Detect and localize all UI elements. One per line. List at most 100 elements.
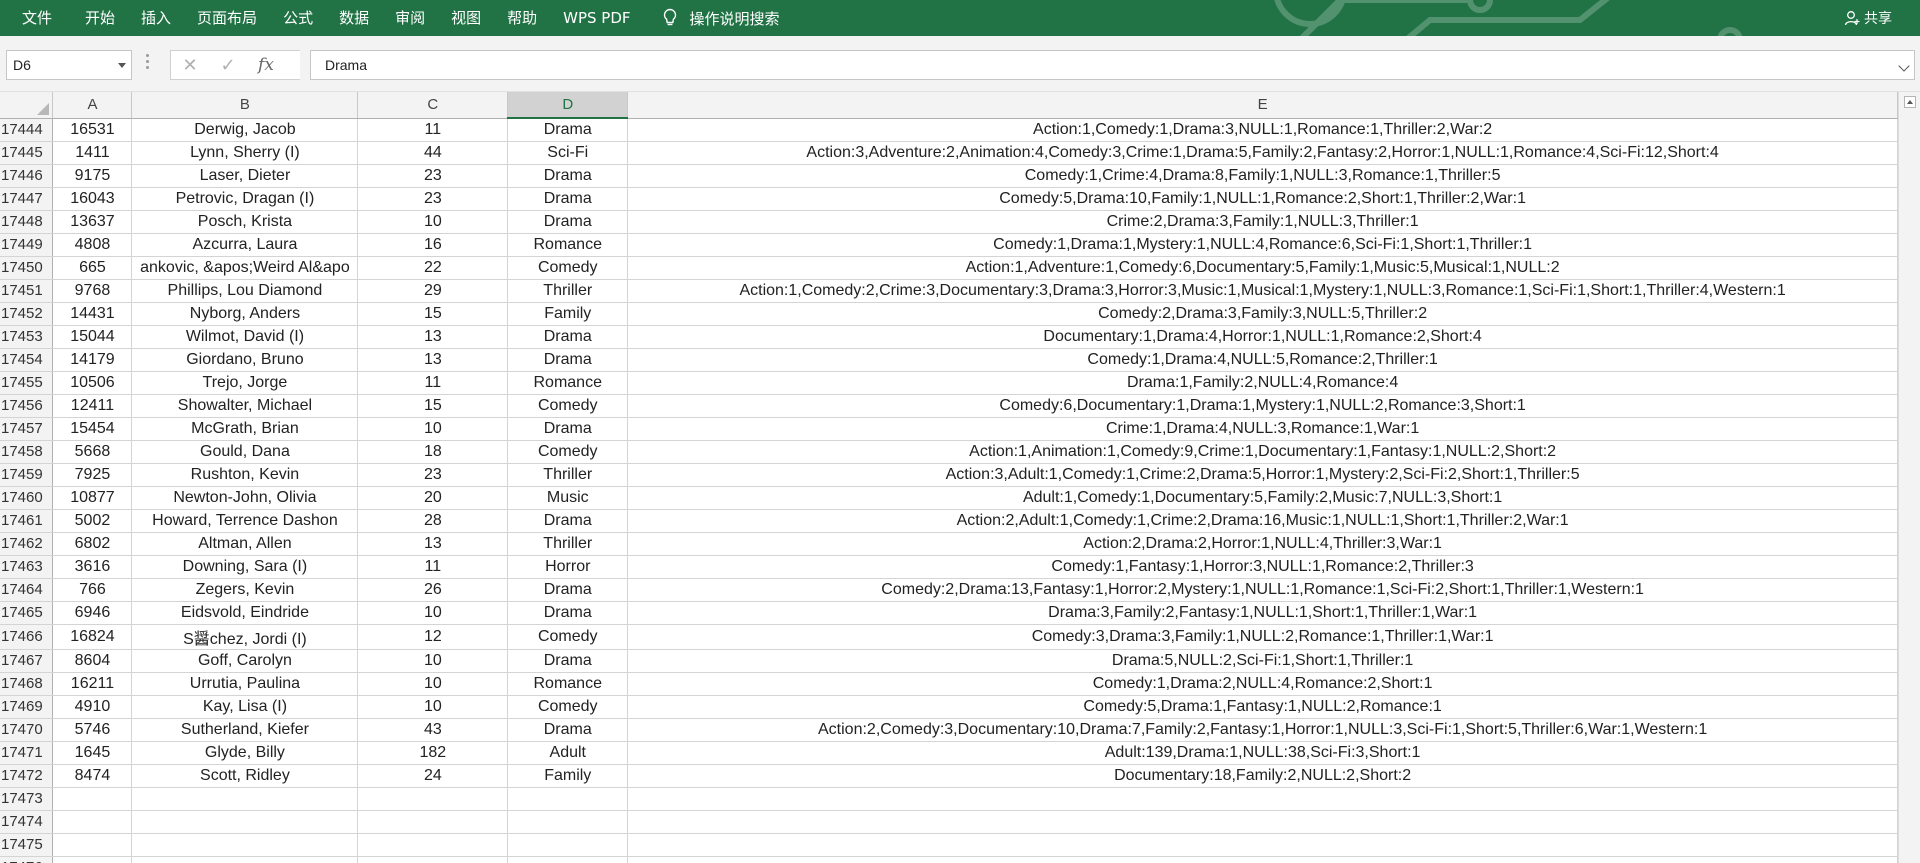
cell-e[interactable]: Comedy:2,Drama:13,Fantasy:1,Horror:2,Mys…	[627, 578, 1898, 602]
cell-d[interactable]	[507, 810, 629, 834]
column-header-b[interactable]: B	[131, 92, 359, 119]
cell-c[interactable]: 11	[357, 118, 509, 142]
cell-d[interactable]: Family	[507, 302, 629, 326]
cell-b[interactable]: Zegers, Kevin	[131, 578, 359, 602]
row-header[interactable]: 17476	[0, 856, 54, 863]
cell-b[interactable]: Rushton, Kevin	[131, 463, 359, 487]
cell-a[interactable]: 7925	[52, 463, 133, 487]
cell-c[interactable]: 12	[357, 624, 509, 650]
cell-b[interactable]: Derwig, Jacob	[131, 118, 359, 142]
worksheet-grid[interactable]: A B C D E 17444 16531 Derwig, Jacob 11 Drama…	[0, 92, 1898, 863]
cell-c[interactable]: 10	[357, 695, 509, 719]
cell-d[interactable]: Thriller	[507, 532, 629, 556]
cell-a[interactable]: 6946	[52, 601, 133, 625]
cell-a[interactable]	[52, 833, 133, 857]
cell-a[interactable]	[52, 787, 133, 811]
cell-e[interactable]: Documentary:1,Drama:4,Horror:1,NULL:1,Ro…	[627, 325, 1898, 349]
cell-c[interactable]	[357, 787, 509, 811]
cell-a[interactable]: 5668	[52, 440, 133, 464]
row-header[interactable]: 17446	[0, 164, 54, 188]
cell-a[interactable]: 6802	[52, 532, 133, 556]
cell-e[interactable]: Comedy:3,Drama:3,Family:1,NULL:2,Romance…	[627, 624, 1898, 650]
row-header[interactable]: 17449	[0, 233, 54, 257]
column-header-e[interactable]: E	[627, 92, 1898, 119]
cell-b[interactable]	[131, 856, 359, 863]
cell-d[interactable]: Drama	[507, 509, 629, 533]
cell-e[interactable]: Adult:139,Drama:1,NULL:38,Sci-Fi:3,Short…	[627, 741, 1898, 765]
cell-a[interactable]: 10506	[52, 371, 133, 395]
cell-d[interactable]: Drama	[507, 718, 629, 742]
cell-c[interactable]: 15	[357, 394, 509, 418]
cell-c[interactable]: 15	[357, 302, 509, 326]
cell-e[interactable]: Action:2,Adult:1,Comedy:1,Crime:2,Drama:…	[627, 509, 1898, 533]
scroll-up-icon[interactable]	[1904, 96, 1916, 108]
cell-b[interactable]: Wilmot, David (I)	[131, 325, 359, 349]
cell-d[interactable]: Sci-Fi	[507, 141, 629, 165]
formula-input[interactable]: Drama	[310, 50, 1915, 80]
menu-home[interactable]: 开始	[72, 0, 128, 36]
cell-b[interactable]: Eidsvold, Eindride	[131, 601, 359, 625]
row-header[interactable]: 17452	[0, 302, 54, 326]
column-header-d[interactable]: D	[507, 92, 629, 119]
row-header[interactable]: 17460	[0, 486, 54, 510]
cell-a[interactable]: 16824	[52, 624, 133, 650]
cell-e[interactable]	[627, 833, 1898, 857]
cell-d[interactable]: Drama	[507, 578, 629, 602]
cell-a[interactable]: 16211	[52, 672, 133, 696]
row-header[interactable]: 17453	[0, 325, 54, 349]
cell-a[interactable]: 4910	[52, 695, 133, 719]
cell-e[interactable]: Drama:5,NULL:2,Sci-Fi:1,Short:1,Thriller…	[627, 649, 1898, 673]
menu-formulas[interactable]: 公式	[270, 0, 326, 36]
cell-e[interactable]: Documentary:18,Family:2,NULL:2,Short:2	[627, 764, 1898, 788]
menu-wps-pdf[interactable]: WPS PDF	[550, 0, 643, 36]
cell-b[interactable]: Altman, Allen	[131, 532, 359, 556]
row-header[interactable]: 17447	[0, 187, 54, 211]
row-header[interactable]: 17463	[0, 555, 54, 579]
cell-c[interactable]	[357, 833, 509, 857]
cell-a[interactable]: 16043	[52, 187, 133, 211]
cell-e[interactable]: Adult:1,Comedy:1,Documentary:5,Family:2,…	[627, 486, 1898, 510]
cell-b[interactable]: Urrutia, Paulina	[131, 672, 359, 696]
cell-c[interactable]: 13	[357, 532, 509, 556]
row-header[interactable]: 17474	[0, 810, 54, 834]
select-all-corner[interactable]	[0, 92, 54, 119]
row-header[interactable]: 17444	[0, 118, 54, 142]
cell-b[interactable]: Gould, Dana	[131, 440, 359, 464]
menu-file[interactable]: 文件	[0, 0, 72, 36]
cell-b[interactable]: Petrovic, Dragan (I)	[131, 187, 359, 211]
cell-d[interactable]: Adult	[507, 741, 629, 765]
cancel-icon[interactable]: ✕	[171, 50, 209, 80]
cell-e[interactable]: Action:1,Animation:1,Comedy:9,Crime:1,Do…	[627, 440, 1898, 464]
menu-insert[interactable]: 插入	[128, 0, 184, 36]
cell-c[interactable]: 24	[357, 764, 509, 788]
chevron-down-icon[interactable]	[118, 63, 126, 68]
cell-e[interactable]: Drama:3,Family:2,Fantasy:1,NULL:1,Short:…	[627, 601, 1898, 625]
column-header-c[interactable]: C	[357, 92, 509, 119]
cell-c[interactable]: 22	[357, 256, 509, 280]
cell-e[interactable]: Drama:1,Family:2,NULL:4,Romance:4	[627, 371, 1898, 395]
cell-a[interactable]: 766	[52, 578, 133, 602]
cell-a[interactable]: 8604	[52, 649, 133, 673]
cell-a[interactable]: 5002	[52, 509, 133, 533]
cell-e[interactable]: Action:2,Comedy:3,Documentary:10,Drama:7…	[627, 718, 1898, 742]
cell-e[interactable]: Comedy:5,Drama:1,Fantasy:1,NULL:2,Romanc…	[627, 695, 1898, 719]
cell-d[interactable]: Romance	[507, 233, 629, 257]
cell-d[interactable]: Drama	[507, 164, 629, 188]
cell-a[interactable]: 1645	[52, 741, 133, 765]
cell-c[interactable]: 20	[357, 486, 509, 510]
row-header[interactable]: 17466	[0, 624, 54, 650]
cell-b[interactable]: Giordano, Bruno	[131, 348, 359, 372]
cell-e[interactable]: Action:1,Adventure:1,Comedy:6,Documentar…	[627, 256, 1898, 280]
row-header[interactable]: 17455	[0, 371, 54, 395]
row-header[interactable]: 17472	[0, 764, 54, 788]
cell-c[interactable]: 26	[357, 578, 509, 602]
cell-b[interactable]: Phillips, Lou Diamond	[131, 279, 359, 303]
cell-e[interactable]: Comedy:5,Drama:10,Family:1,NULL:1,Romanc…	[627, 187, 1898, 211]
row-header[interactable]: 17464	[0, 578, 54, 602]
cell-b[interactable]: Scott, Ridley	[131, 764, 359, 788]
cell-e[interactable]: Comedy:2,Drama:3,Family:3,NULL:5,Thrille…	[627, 302, 1898, 326]
cell-b[interactable]: Showalter, Michael	[131, 394, 359, 418]
cell-d[interactable]: Drama	[507, 118, 629, 142]
cell-b[interactable]: Laser, Dieter	[131, 164, 359, 188]
cell-b[interactable]: Posch, Krista	[131, 210, 359, 234]
